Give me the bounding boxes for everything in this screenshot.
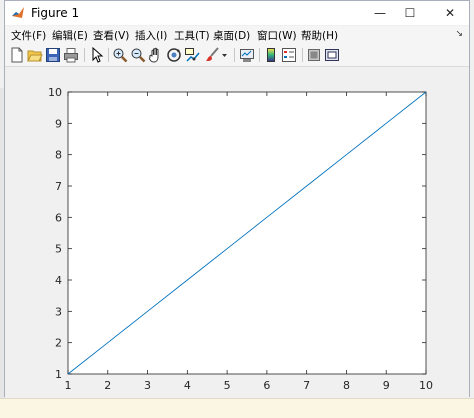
save-icon[interactable] (45, 47, 61, 63)
x-tick-label: 1 (65, 379, 72, 392)
data-cursor-icon[interactable] (184, 47, 200, 63)
y-tick-label: 3 (55, 305, 62, 318)
y-tick-label: 5 (55, 243, 62, 256)
y-tick-label: 6 (55, 211, 62, 224)
x-tick-label: 3 (144, 379, 151, 392)
open-file-icon[interactable] (27, 47, 43, 63)
menu-view[interactable]: 查看(V) (93, 28, 129, 43)
zoom-in-icon[interactable] (112, 47, 128, 63)
toolbar-separator (108, 48, 109, 62)
figure-toolbar (5, 44, 469, 67)
maximize-icon: ☐ (405, 6, 416, 20)
dock-arrow-icon[interactable]: ↘ (455, 29, 463, 39)
new-figure-icon[interactable] (9, 47, 25, 63)
x-tick-label: 6 (263, 379, 270, 392)
menu-tools[interactable]: 工具(T) (174, 28, 210, 43)
hide-plot-tools-icon[interactable] (306, 47, 322, 63)
x-tick-label: 10 (419, 379, 433, 392)
y-tick-label: 10 (48, 86, 62, 99)
print-icon[interactable] (63, 47, 79, 63)
menu-insert[interactable]: 插入(I) (135, 28, 167, 43)
toolbar-separator (84, 48, 85, 62)
show-plot-tools-icon[interactable] (324, 47, 340, 63)
menu-bar: 文件(F) 编辑(E) 查看(V) 插入(I) 工具(T) 桌面(D) 窗口(W… (5, 26, 469, 44)
close-icon: ✕ (445, 6, 455, 20)
y-tick-label: 1 (55, 368, 62, 381)
y-tick-label: 4 (55, 274, 62, 287)
brush-dropdown-arrow-icon[interactable] (221, 47, 229, 63)
x-tick-label: 8 (343, 379, 350, 392)
menu-edit[interactable]: 编辑(E) (52, 28, 88, 43)
minimize-icon: — (374, 6, 386, 20)
colorbar-icon[interactable] (263, 47, 279, 63)
brush-icon[interactable] (204, 47, 220, 63)
y-tick-label: 8 (55, 149, 62, 162)
x-tick-label: 9 (383, 379, 390, 392)
pan-icon[interactable] (148, 47, 164, 63)
y-tick-label: 9 (55, 117, 62, 130)
toolbar-separator (259, 48, 260, 62)
rotate-3d-icon[interactable] (166, 47, 182, 63)
menu-file[interactable]: 文件(F) (11, 28, 46, 43)
matlab-logo-icon (11, 6, 25, 20)
background-status-strip (0, 398, 474, 418)
minimize-button[interactable]: — (365, 1, 395, 25)
menu-desktop[interactable]: 桌面(D) (213, 28, 250, 43)
y-tick-label: 2 (55, 337, 62, 350)
plot-svg: 1 2 3 4 5 6 7 8 9 10 1 2 3 4 5 6 7 8 9 10 (5, 67, 469, 397)
x-tick-label: 4 (184, 379, 191, 392)
pointer-icon[interactable] (89, 47, 105, 63)
toolbar-separator (302, 48, 303, 62)
link-plot-icon[interactable] (239, 47, 255, 63)
y-tick-label: 7 (55, 180, 62, 193)
x-tick-label: 2 (104, 379, 111, 392)
legend-icon[interactable] (281, 47, 297, 63)
menu-window[interactable]: 窗口(W) (257, 28, 297, 43)
menu-help[interactable]: 帮助(H) (301, 28, 338, 43)
figure-canvas: 1 2 3 4 5 6 7 8 9 10 1 2 3 4 5 6 7 8 9 10 (5, 67, 469, 397)
window-title: Figure 1 (31, 6, 79, 20)
x-tick-label: 7 (303, 379, 310, 392)
x-tick-label: 5 (224, 379, 231, 392)
toolbar-separator (234, 48, 235, 62)
maximize-button[interactable]: ☐ (395, 1, 425, 25)
zoom-out-icon[interactable] (130, 47, 146, 63)
close-button[interactable]: ✕ (435, 1, 465, 25)
figure-window: Figure 1 — ☐ ✕ 文件(F) 编辑(E) 查看(V) 插入(I) 工… (4, 0, 470, 397)
title-bar[interactable]: Figure 1 — ☐ ✕ (5, 1, 469, 25)
